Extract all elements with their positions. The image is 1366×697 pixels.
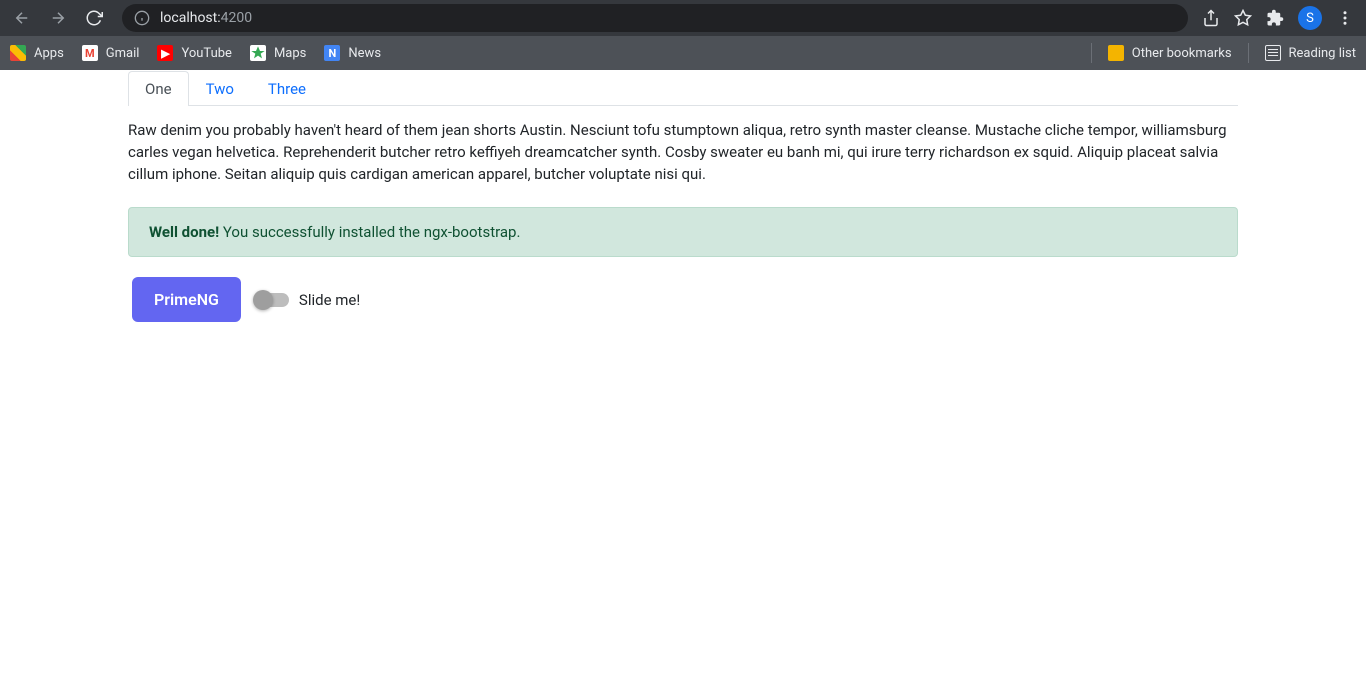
- tab-content-text: Raw denim you probably haven't heard of …: [128, 121, 1227, 183]
- url-port: 4200: [221, 10, 252, 26]
- url-text: localhost:4200: [160, 10, 1176, 26]
- divider: [1091, 43, 1092, 63]
- forward-button[interactable]: [44, 4, 72, 32]
- reading-list-label: Reading list: [1289, 46, 1356, 61]
- alert-strong: Well done!: [149, 223, 219, 241]
- bookmark-news[interactable]: N News: [324, 45, 381, 61]
- extensions-icon[interactable]: [1266, 9, 1284, 27]
- bookmark-label: Gmail: [106, 46, 140, 61]
- bookmark-star-icon[interactable]: [1234, 9, 1252, 27]
- browser-toolbar: localhost:4200 S: [0, 0, 1366, 36]
- other-bookmarks-label: Other bookmarks: [1132, 46, 1232, 61]
- controls-row: PrimeNG Slide me!: [132, 277, 1238, 322]
- success-alert: Well done! You successfully installed th…: [128, 207, 1238, 257]
- tab-two[interactable]: Two: [189, 71, 251, 106]
- address-bar[interactable]: localhost:4200: [122, 4, 1188, 32]
- bookmarks-bar: Apps M Gmail ▶ YouTube Maps N News Other…: [0, 36, 1366, 70]
- tabs: One Two Three: [128, 71, 1238, 106]
- menu-icon[interactable]: [1336, 9, 1354, 27]
- reload-button[interactable]: [80, 4, 108, 32]
- bookmark-label: Apps: [34, 46, 64, 61]
- bookmark-apps[interactable]: Apps: [10, 45, 64, 61]
- toggle-track[interactable]: [255, 293, 289, 307]
- reading-list[interactable]: Reading list: [1265, 45, 1356, 61]
- gmail-icon: M: [82, 45, 98, 61]
- share-icon[interactable]: [1202, 9, 1220, 27]
- news-icon: N: [324, 45, 340, 61]
- profile-avatar[interactable]: S: [1298, 6, 1322, 30]
- slide-toggle[interactable]: Slide me!: [255, 291, 360, 309]
- bookmark-maps[interactable]: Maps: [250, 45, 306, 61]
- folder-icon: [1108, 45, 1124, 61]
- primeng-button[interactable]: PrimeNG: [132, 277, 241, 322]
- tab-three[interactable]: Three: [251, 71, 323, 106]
- bookmark-label: News: [348, 46, 381, 61]
- maps-icon: [250, 45, 266, 61]
- site-info-icon[interactable]: [134, 10, 150, 26]
- bookmark-label: YouTube: [181, 46, 232, 61]
- bookmark-gmail[interactable]: M Gmail: [82, 45, 140, 61]
- page-content: One Two Three Raw denim you probably hav…: [0, 71, 1366, 322]
- alert-text: You successfully installed the ngx-boots…: [219, 223, 520, 241]
- tab-one[interactable]: One: [128, 71, 189, 106]
- tab-content: Raw denim you probably haven't heard of …: [128, 106, 1238, 185]
- toggle-label: Slide me!: [299, 291, 360, 309]
- apps-icon: [10, 45, 26, 61]
- back-button[interactable]: [8, 4, 36, 32]
- url-host: localhost:: [160, 10, 221, 26]
- bookmark-youtube[interactable]: ▶ YouTube: [157, 45, 232, 61]
- toolbar-right: S: [1202, 6, 1358, 30]
- youtube-icon: ▶: [157, 45, 173, 61]
- other-bookmarks[interactable]: Other bookmarks: [1108, 45, 1232, 61]
- divider: [1248, 43, 1249, 63]
- reading-list-icon: [1265, 45, 1281, 61]
- bookmark-label: Maps: [274, 46, 306, 61]
